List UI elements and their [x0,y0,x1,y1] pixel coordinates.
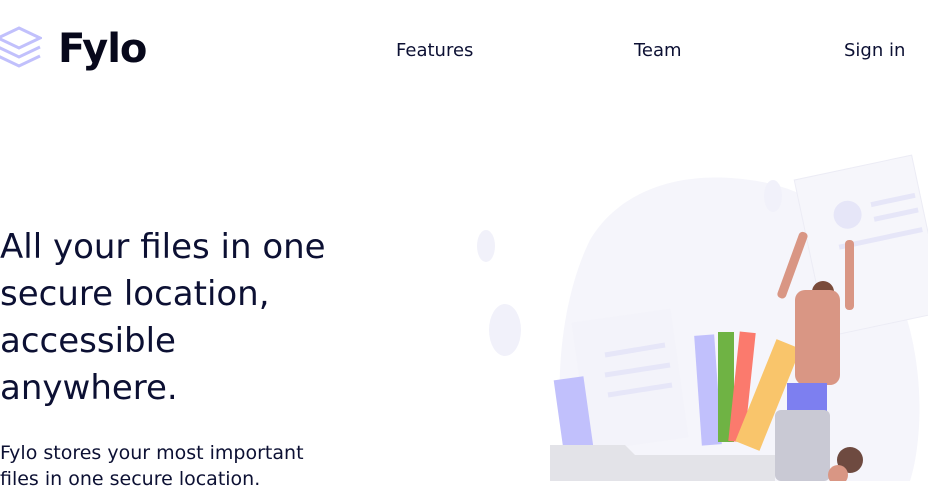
brand-name: Fylo [58,26,147,72]
logo[interactable]: Fylo [0,24,147,74]
stacked-layers-icon [0,26,42,68]
hero-illustration [477,154,928,481]
nav-link-signin[interactable]: Sign in [844,40,905,61]
hero-title: All your files in one secure location, a… [0,227,326,408]
hero-description: Fylo stores your most important files in… [0,442,304,490]
nav-link-features[interactable]: Features [396,40,473,61]
nav-link-team[interactable]: Team [634,40,682,61]
